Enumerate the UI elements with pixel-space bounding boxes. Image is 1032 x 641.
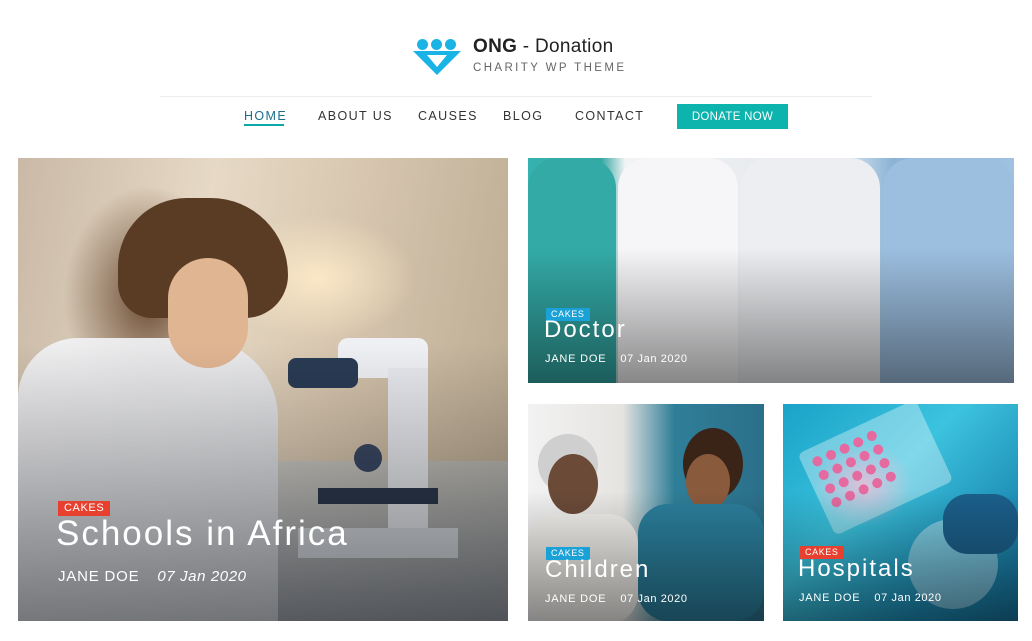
post-author[interactable]: JANE DOE [799,592,860,604]
header-divider [160,96,872,97]
post-meta: JANE DOE 07 Jan 2020 [58,568,247,585]
donate-now-button[interactable]: DONATE NOW [677,104,788,129]
post-title[interactable]: Doctor [544,316,627,344]
site-title: ONG - Donation [473,36,614,57]
nav-item-home[interactable]: HOME [244,109,287,123]
site-tagline: CHARITY WP THEME [473,62,627,74]
post-author[interactable]: JANE DOE [58,568,139,585]
active-nav-indicator [244,124,284,126]
post-date: 07 Jan 2020 [157,568,247,585]
nav-item-about-us[interactable]: ABOUT US [318,109,393,123]
post-title[interactable]: Schools in Africa [56,514,349,554]
nav-item-causes[interactable]: CAUSES [418,109,478,123]
site-brand[interactable]: ONG - Donation CHARITY WP THEME [413,33,626,77]
nav-item-contact[interactable]: CONTACT [575,109,644,123]
post-meta: JANE DOE 07 Jan 2020 [545,353,688,365]
ong-logo-icon [413,35,461,75]
post-meta: JANE DOE 07 Jan 2020 [799,592,942,604]
post-author[interactable]: JANE DOE [545,593,606,605]
post-title[interactable]: Hospitals [798,555,915,583]
post-card-children[interactable]: CAKES Children JANE DOE 07 Jan 2020 [528,404,764,621]
nav-item-blog[interactable]: BLOG [503,109,543,123]
post-card-doctor[interactable]: CAKES Doctor JANE DOE 07 Jan 2020 [528,158,1014,383]
post-meta: JANE DOE 07 Jan 2020 [545,593,688,605]
post-date: 07 Jan 2020 [620,353,688,365]
post-date: 07 Jan 2020 [874,592,942,604]
post-date: 07 Jan 2020 [620,593,688,605]
post-card-hospitals[interactable]: CAKES Hospitals JANE DOE 07 Jan 2020 [783,404,1018,621]
main-navigation: HOME ABOUT US CAUSES BLOG CONTACT [0,104,1032,130]
post-title[interactable]: Children [545,556,650,584]
post-card-schools-in-africa[interactable]: CAKES Schools in Africa JANE DOE 07 Jan 2… [18,158,508,621]
post-author[interactable]: JANE DOE [545,353,606,365]
